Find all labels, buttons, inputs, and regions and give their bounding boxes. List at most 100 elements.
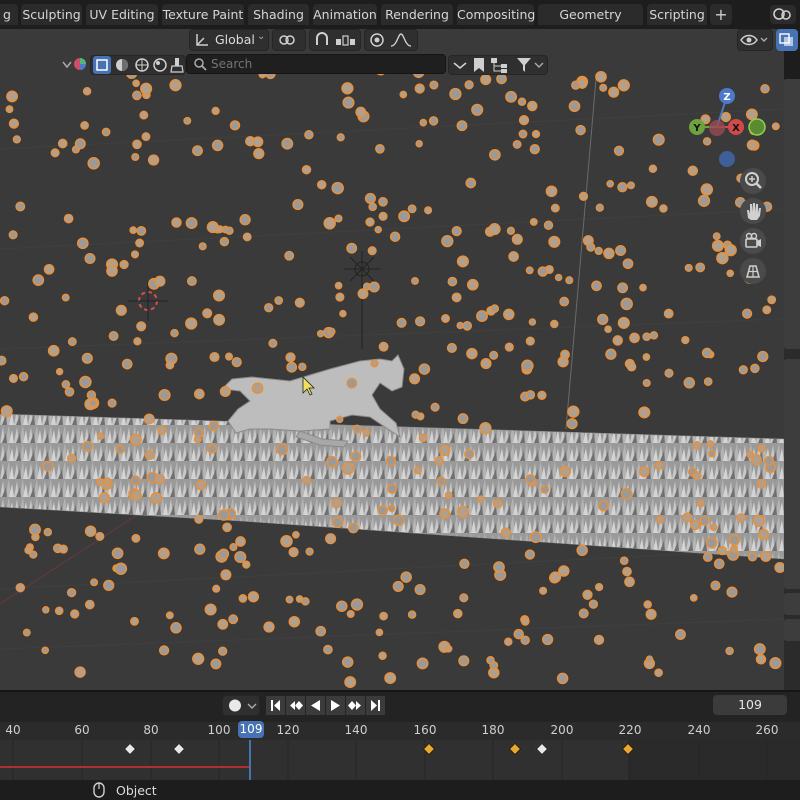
- broom-icon[interactable]: [169, 56, 185, 74]
- shading-mode-group[interactable]: [90, 55, 186, 75]
- particle: [132, 90, 142, 101]
- color-picker-icon[interactable]: [72, 56, 88, 72]
- particle: [724, 243, 737, 257]
- particle: [675, 629, 686, 640]
- object-select-icon[interactable]: [93, 56, 111, 74]
- particle: [15, 201, 26, 212]
- scene-icon[interactable]: [770, 5, 796, 24]
- proportional-editing-toggle[interactable]: [364, 29, 418, 51]
- jump-start-button[interactable]: [266, 696, 285, 715]
- tab-layout[interactable]: g: [0, 4, 18, 25]
- particle: [219, 385, 231, 398]
- next-keyframe-button[interactable]: [346, 696, 365, 715]
- particle: [458, 655, 470, 667]
- particle: [193, 435, 202, 444]
- toggle-icon[interactable]: [451, 56, 469, 74]
- ortho-toggle-button[interactable]: [740, 258, 766, 284]
- particle: [235, 536, 246, 547]
- particle: [418, 363, 431, 375]
- particle: [451, 292, 462, 303]
- tab-compositing[interactable]: Compositing: [457, 4, 535, 25]
- particle: [29, 550, 38, 559]
- mouse-icon: [93, 782, 105, 798]
- particle: [387, 504, 396, 513]
- particle: [419, 118, 428, 127]
- particle: [336, 133, 345, 142]
- particle: [129, 433, 142, 446]
- jump-end-button[interactable]: [366, 696, 385, 715]
- particle: [57, 138, 68, 149]
- particle: [136, 225, 147, 236]
- timeline-ruler[interactable]: 40 60 80 100 120 140 160 180 200 220 240…: [0, 722, 800, 740]
- tab-sculpting[interactable]: Sculpting: [21, 4, 82, 25]
- solid-shading-icon[interactable]: [113, 56, 131, 74]
- tab-geometry-nodes[interactable]: Geometry Nodes: [538, 4, 643, 43]
- particle: [447, 276, 458, 287]
- particle: [42, 460, 54, 472]
- particle: [286, 361, 298, 373]
- tab-shading[interactable]: Shading: [248, 4, 309, 25]
- transform-orientation-dropdown[interactable]: Global ⌄: [189, 29, 269, 51]
- navigation-gizmo[interactable]: Z X Y: [689, 88, 766, 167]
- keyframe-track[interactable]: [0, 740, 800, 780]
- particle: [130, 616, 139, 626]
- tab-texture-paint[interactable]: Texture Paint: [162, 4, 244, 25]
- particle: [50, 148, 60, 158]
- filter-toggles[interactable]: [448, 55, 548, 75]
- tab-uv-editing[interactable]: UV Editing: [86, 4, 158, 25]
- particle: [441, 234, 454, 248]
- viewport-canvas[interactable]: Z X Y: [0, 29, 784, 690]
- auto-keying-toggle[interactable]: [222, 695, 260, 716]
- rendered-shading-icon[interactable]: [151, 56, 169, 74]
- outliner-search[interactable]: [186, 54, 446, 74]
- particle: [147, 154, 160, 166]
- particle: [288, 546, 299, 558]
- pivot-point-dropdown[interactable]: [272, 29, 306, 51]
- particle: [767, 295, 777, 305]
- search-input[interactable]: [211, 56, 431, 72]
- play-button[interactable]: [326, 696, 345, 715]
- filter-icon[interactable]: [515, 56, 545, 74]
- particle: [55, 367, 64, 376]
- particle: [346, 609, 355, 619]
- playhead-frame-label[interactable]: 109: [238, 721, 264, 738]
- particle: [444, 644, 453, 653]
- particle: [605, 348, 617, 360]
- particle: [331, 181, 344, 195]
- visibility-dropdown[interactable]: [737, 29, 773, 51]
- tab-scripting[interactable]: Scripting: [647, 4, 707, 25]
- pan-view-button[interactable]: [740, 198, 766, 224]
- particle: [659, 204, 668, 213]
- particle: [700, 183, 714, 196]
- prev-keyframe-button[interactable]: [286, 696, 305, 715]
- material-shading-icon[interactable]: [133, 56, 151, 74]
- particle: [543, 220, 554, 231]
- properties-side-panel[interactable]: [784, 79, 800, 690]
- add-workspace-button[interactable]: +: [710, 4, 732, 25]
- particle: [103, 477, 112, 486]
- particle: [355, 106, 367, 118]
- particle: [251, 382, 264, 395]
- timeline-keyframe-area[interactable]: [0, 740, 800, 780]
- camera-view-button[interactable]: [740, 228, 766, 254]
- particle: [133, 337, 142, 346]
- tab-animation[interactable]: Animation: [313, 4, 377, 25]
- hierarchy-icon[interactable]: [489, 56, 511, 74]
- snap-toggle[interactable]: [309, 29, 361, 51]
- zoom-view-button[interactable]: [740, 168, 766, 194]
- xray-toggle[interactable]: [776, 29, 798, 51]
- particle: [638, 466, 650, 478]
- 3d-viewport[interactable]: Z X Y: [0, 29, 784, 690]
- bookmark-icon[interactable]: [471, 56, 487, 74]
- particle: [692, 440, 702, 450]
- status-mode-label: Object: [116, 783, 157, 798]
- particle: [690, 519, 701, 531]
- tab-rendering[interactable]: Rendering: [381, 4, 453, 25]
- particle: [466, 347, 478, 360]
- particle: [0, 355, 7, 366]
- particle: [193, 388, 205, 400]
- play-reverse-button[interactable]: [306, 696, 325, 715]
- current-frame-field[interactable]: 109: [713, 695, 787, 715]
- particle: [642, 332, 652, 342]
- particle: [434, 456, 444, 466]
